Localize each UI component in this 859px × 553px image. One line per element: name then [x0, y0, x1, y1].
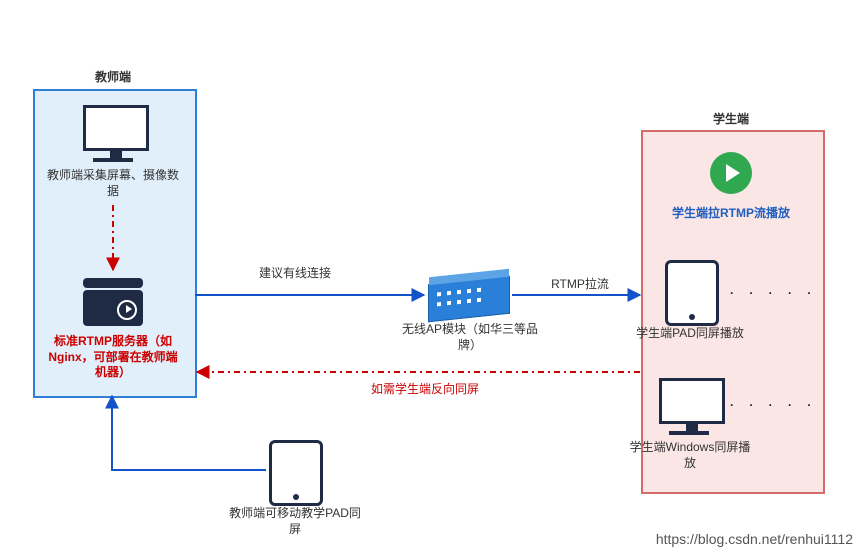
- monitor-base-icon: [93, 158, 133, 162]
- student-pull-play-label: 学生端拉RTMP流播放: [661, 206, 801, 222]
- switch-icon: [428, 276, 510, 323]
- rtmp-pull-label: RTMP拉流: [530, 275, 630, 292]
- teacher-box-title: 教师端: [33, 68, 193, 85]
- ap-module-label: 无线AP模块（如华三等品牌）: [400, 322, 540, 353]
- rtmp-server-label: 标准RTMP服务器（如Nginx，可部署在教师端机器）: [43, 334, 183, 381]
- student-monitor-base-icon: [669, 431, 709, 435]
- teacher-tablet-icon: [269, 440, 323, 506]
- server-icon: [83, 290, 143, 326]
- student-windows-label: 学生端Windows同屏播放: [625, 440, 755, 471]
- watermark: https://blog.csdn.net/renhui1112: [656, 531, 853, 547]
- monitor-icon: [83, 105, 149, 151]
- teacher-capture-label: 教师端采集屏幕、摄像数据: [43, 168, 183, 199]
- teacher-pad-label: 教师端可移动教学PAD同屏: [225, 506, 365, 537]
- dots-row-2: · · · · ·: [730, 398, 817, 412]
- wired-advice-label: 建议有线连接: [225, 264, 365, 281]
- tablet-icon: [665, 260, 719, 326]
- student-pad-label: 学生端PAD同屏播放: [625, 326, 755, 342]
- dots-row-1: · · · · ·: [730, 286, 817, 300]
- diagram-canvas: 教师端 学生端 教师端采集屏幕、摄像数据 标准RTMP服务器（如Nginx，可部…: [0, 0, 859, 553]
- student-monitor-icon: [659, 378, 725, 424]
- student-box-title: 学生端: [641, 110, 821, 127]
- play-icon: [710, 152, 752, 194]
- reverse-mirror-label: 如需学生端反向同屏: [335, 380, 515, 397]
